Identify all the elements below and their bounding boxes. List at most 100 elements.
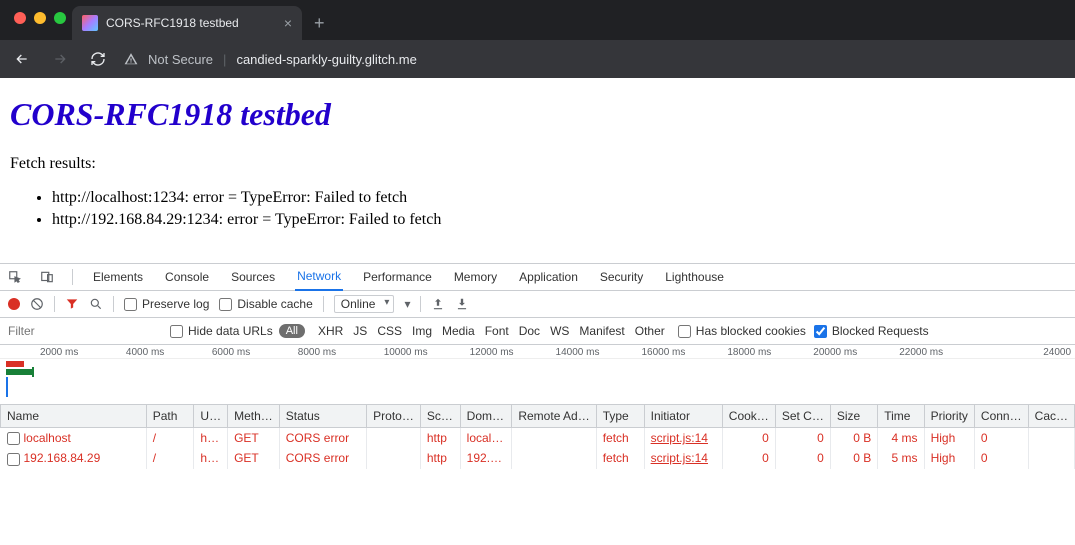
- forward-button[interactable]: [48, 51, 72, 67]
- tab-sources[interactable]: Sources: [229, 264, 277, 291]
- list-item: http://192.168.84.29:1234: error = TypeE…: [52, 211, 1065, 229]
- row-checkbox[interactable]: [7, 432, 20, 445]
- preserve-log-checkbox[interactable]: Preserve log: [124, 297, 209, 311]
- page-subheading: Fetch results:: [10, 155, 1065, 173]
- filter-type-ws[interactable]: WS: [545, 324, 574, 338]
- separator: [323, 296, 324, 312]
- separator: [72, 269, 73, 285]
- disable-cache-label: Disable cache: [237, 297, 312, 311]
- separator: |: [223, 52, 226, 67]
- filter-type-all[interactable]: All: [279, 324, 305, 338]
- has-blocked-cookies-label: Has blocked cookies: [696, 324, 806, 338]
- filter-type-media[interactable]: Media: [437, 324, 480, 338]
- row-checkbox[interactable]: [7, 453, 20, 466]
- col-domain[interactable]: Dom…: [460, 405, 512, 428]
- tab-memory[interactable]: Memory: [452, 264, 499, 291]
- filter-type-css[interactable]: CSS: [372, 324, 407, 338]
- tick: 14000 ms: [556, 347, 642, 358]
- col-time[interactable]: Time: [878, 405, 924, 428]
- hide-data-urls-label: Hide data URLs: [188, 324, 273, 338]
- upload-har-icon[interactable]: [431, 297, 445, 311]
- col-setcookies[interactable]: Set C…: [775, 405, 830, 428]
- col-name[interactable]: Name: [1, 405, 147, 428]
- col-cookies[interactable]: Cook…: [722, 405, 775, 428]
- tab-network[interactable]: Network: [295, 264, 343, 291]
- minimize-window-button[interactable]: [34, 12, 46, 24]
- preserve-log-label: Preserve log: [142, 297, 209, 311]
- network-timeline[interactable]: 2000 ms 4000 ms 6000 ms 8000 ms 10000 ms…: [0, 345, 1075, 405]
- maximize-window-button[interactable]: [54, 12, 66, 24]
- clear-button[interactable]: [30, 297, 44, 311]
- search-icon[interactable]: [89, 297, 103, 311]
- address-bar[interactable]: Not Secure | candied-sparkly-guilty.glit…: [124, 52, 417, 67]
- new-tab-button[interactable]: +: [302, 13, 337, 40]
- devtools-tabs: Elements Console Sources Network Perform…: [0, 264, 1075, 291]
- tab-lighthouse[interactable]: Lighthouse: [663, 264, 726, 291]
- filter-type-xhr[interactable]: XHR: [313, 324, 348, 338]
- col-method[interactable]: Meth…: [228, 405, 280, 428]
- filter-type-other[interactable]: Other: [630, 324, 670, 338]
- separator: [420, 296, 421, 312]
- timeline-ruler: 2000 ms 4000 ms 6000 ms 8000 ms 10000 ms…: [0, 345, 1075, 359]
- throttling-drop-icon[interactable]: ▾: [404, 297, 410, 311]
- col-size[interactable]: Size: [830, 405, 877, 428]
- col-conn[interactable]: Conn…: [974, 405, 1028, 428]
- filter-type-js[interactable]: JS: [348, 324, 372, 338]
- record-button[interactable]: [8, 298, 20, 310]
- inspect-element-icon[interactable]: [8, 270, 22, 284]
- tab-elements[interactable]: Elements: [91, 264, 145, 291]
- has-blocked-cookies-checkbox[interactable]: Has blocked cookies: [678, 324, 806, 338]
- col-priority[interactable]: Priority: [924, 405, 974, 428]
- col-initiator[interactable]: Initiator: [644, 405, 722, 428]
- separator: [113, 296, 114, 312]
- tab-console[interactable]: Console: [163, 264, 211, 291]
- tick: 4000 ms: [126, 347, 212, 358]
- initiator-link[interactable]: script.js:14: [651, 431, 708, 445]
- col-scheme[interactable]: Sc…: [420, 405, 460, 428]
- close-tab-icon[interactable]: ×: [284, 15, 292, 31]
- hide-data-urls-checkbox[interactable]: Hide data URLs: [170, 324, 273, 338]
- col-cache[interactable]: Cac…: [1028, 405, 1074, 428]
- col-url[interactable]: U…: [194, 405, 228, 428]
- disable-cache-checkbox[interactable]: Disable cache: [219, 297, 312, 311]
- reload-button[interactable]: [86, 51, 110, 67]
- col-path[interactable]: Path: [146, 405, 194, 428]
- tick: 8000 ms: [298, 347, 384, 358]
- tab-title: CORS-RFC1918 testbed: [106, 16, 239, 30]
- col-protocol[interactable]: Proto…: [367, 405, 421, 428]
- filter-type-font[interactable]: Font: [480, 324, 514, 338]
- tick: 10000 ms: [384, 347, 470, 358]
- filter-icon[interactable]: [65, 297, 79, 311]
- filter-type-doc[interactable]: Doc: [514, 324, 545, 338]
- col-type[interactable]: Type: [596, 405, 644, 428]
- table-row[interactable]: localhost/h…GETCORS errorhttplocal…fetch…: [1, 428, 1075, 449]
- browser-tab[interactable]: CORS-RFC1918 testbed ×: [72, 6, 302, 40]
- tab-application[interactable]: Application: [517, 264, 580, 291]
- filter-type-img[interactable]: Img: [407, 324, 437, 338]
- network-toolbar: Preserve log Disable cache Online ▾: [0, 291, 1075, 318]
- list-item: http://localhost:1234: error = TypeError…: [52, 189, 1065, 207]
- filter-input[interactable]: [0, 318, 170, 344]
- device-toolbar-icon[interactable]: [40, 270, 54, 284]
- tick: 2000 ms: [40, 347, 126, 358]
- tab-strip: CORS-RFC1918 testbed × +: [0, 0, 1075, 40]
- separator: [54, 296, 55, 312]
- table-header-row: Name Path U… Meth… Status Proto… Sc… Dom…: [1, 405, 1075, 428]
- blocked-requests-label: Blocked Requests: [832, 324, 929, 338]
- tab-performance[interactable]: Performance: [361, 264, 434, 291]
- close-window-button[interactable]: [14, 12, 26, 24]
- throttling-select[interactable]: Online: [334, 295, 395, 313]
- col-status[interactable]: Status: [279, 405, 366, 428]
- filter-type-manifest[interactable]: Manifest: [574, 324, 629, 338]
- col-remote[interactable]: Remote Ad…: [512, 405, 596, 428]
- blocked-requests-checkbox[interactable]: Blocked Requests: [814, 324, 929, 338]
- back-button[interactable]: [10, 51, 34, 67]
- page-content: CORS-RFC1918 testbed Fetch results: http…: [0, 78, 1075, 263]
- table-row[interactable]: 192.168.84.29/h…GETCORS errorhttp192.…fe…: [1, 448, 1075, 468]
- initiator-link[interactable]: script.js:14: [651, 451, 708, 465]
- download-har-icon[interactable]: [455, 297, 469, 311]
- address-bar-row: Not Secure | candied-sparkly-guilty.glit…: [0, 40, 1075, 78]
- favicon-icon: [82, 15, 98, 31]
- tick: 24000: [985, 347, 1075, 358]
- tab-security[interactable]: Security: [598, 264, 645, 291]
